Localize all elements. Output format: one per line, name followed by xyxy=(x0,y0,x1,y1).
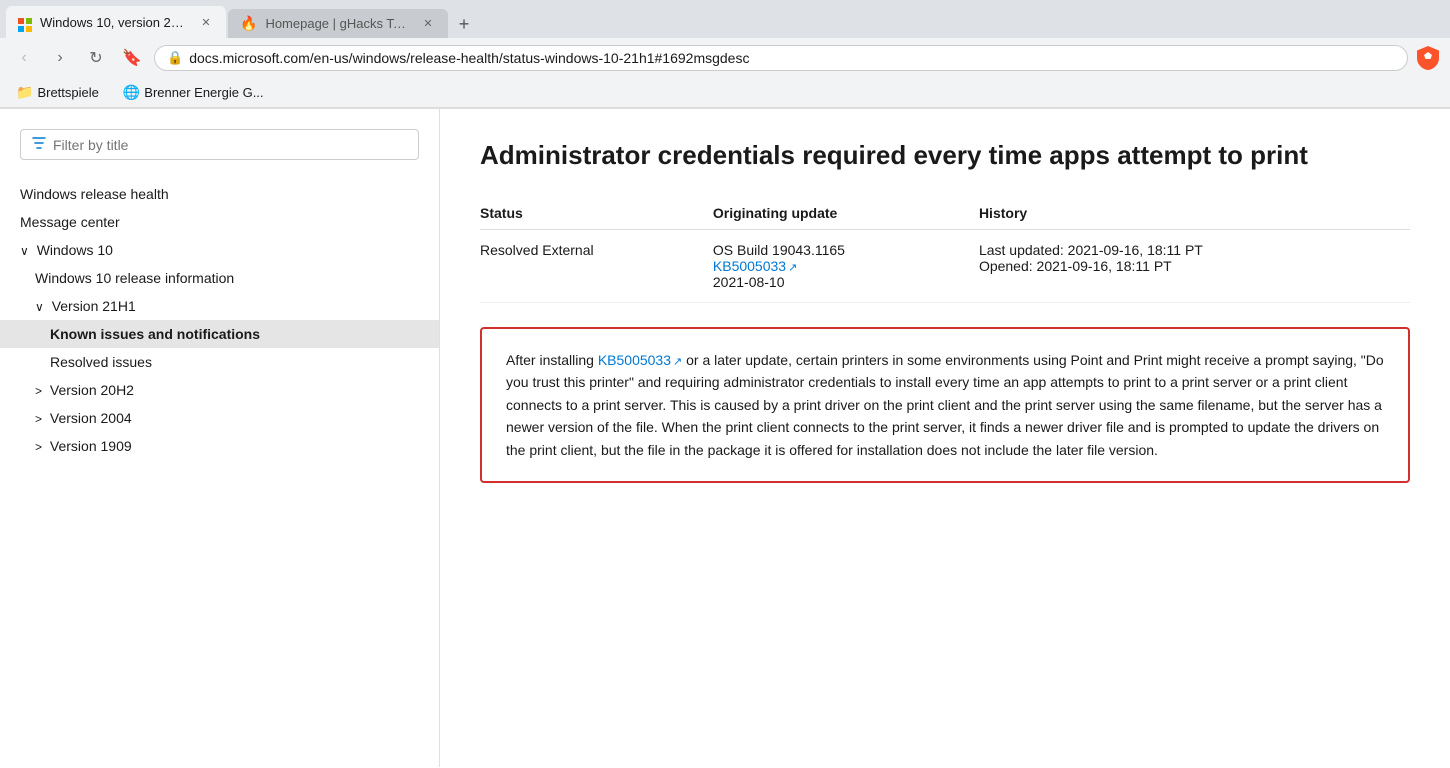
sidebar-label-message-center: Message center xyxy=(20,214,120,230)
filter-input-wrapper[interactable] xyxy=(20,129,419,160)
tab-close-active[interactable]: ✕ xyxy=(198,14,214,30)
external-link-icon: ↗ xyxy=(788,262,797,274)
description-box: After installing KB5005033↗ or a later u… xyxy=(480,327,1410,483)
sidebar-item-win10-release-info[interactable]: Windows 10 release information xyxy=(0,264,439,292)
table-row: Resolved External OS Build 19043.1165 KB… xyxy=(480,229,1410,302)
tab-close-inactive[interactable]: ✕ xyxy=(420,16,436,32)
sidebar-label-version-21h1: Version 21H1 xyxy=(52,298,136,314)
forward-button[interactable]: › xyxy=(46,44,74,72)
bookmark-brettspiele-label: Brettspiele xyxy=(37,85,98,100)
kb-link-text: KB5005033 xyxy=(713,258,786,274)
browser-chrome: Windows 10, version 21H1 | Micro ✕ 🔥 Hom… xyxy=(0,0,1450,109)
bookmark-brenner-label: Brenner Energie G... xyxy=(144,85,263,100)
main-content: Administrator credentials required every… xyxy=(440,109,1450,767)
sidebar-label-resolved-issues: Resolved issues xyxy=(50,354,152,370)
sidebar-item-version-20h2[interactable]: > Version 20H2 xyxy=(0,376,439,404)
ms-favicon xyxy=(18,12,32,32)
folder-icon: 📁 xyxy=(16,84,33,101)
bookmark-brettspiele[interactable]: 📁 Brettspiele xyxy=(10,82,105,103)
globe-icon: 🌐 xyxy=(123,84,140,101)
sidebar-label-known-issues: Known issues and notifications xyxy=(50,326,260,342)
col-header-history: History xyxy=(979,197,1410,230)
article-title: Administrator credentials required every… xyxy=(480,139,1410,173)
sidebar-label-windows-10: Windows 10 xyxy=(37,242,113,258)
tab-title-active: Windows 10, version 21H1 | Micro xyxy=(40,15,190,30)
chevron-right-icon-1909: > xyxy=(35,440,42,454)
reload-button[interactable]: ↻ xyxy=(82,44,110,72)
filter-input[interactable] xyxy=(53,137,408,153)
col-header-status: Status xyxy=(480,197,713,230)
tab-active[interactable]: Windows 10, version 21H1 | Micro ✕ xyxy=(6,6,226,38)
opened-text: Opened: 2021-09-16, 18:11 PT xyxy=(979,258,1394,274)
last-updated-text: Last updated: 2021-09-16, 18:11 PT xyxy=(979,242,1394,258)
sidebar: Windows release health Message center ∨ … xyxy=(0,109,440,767)
brave-shield-icon[interactable] xyxy=(1416,46,1440,70)
page-container: Windows release health Message center ∨ … xyxy=(0,109,1450,767)
lock-icon: 🔒 xyxy=(167,50,183,66)
address-bar[interactable]: 🔒 docs.microsoft.com/en-us/windows/relea… xyxy=(154,45,1408,71)
sidebar-item-windows-release-health[interactable]: Windows release health xyxy=(0,180,439,208)
tab-title-inactive: Homepage | gHacks Technology News xyxy=(265,16,412,31)
kb5005033-link[interactable]: KB5005033↗ xyxy=(713,258,797,274)
chevron-down-icon: ∨ xyxy=(20,244,29,258)
chevron-down-icon-v21h1: ∨ xyxy=(35,300,44,314)
os-build-text: OS Build 19043.1165 xyxy=(713,242,963,258)
desc-intro: After installing xyxy=(506,352,598,368)
chevron-right-icon-20h2: > xyxy=(35,384,42,398)
bookmarks-bar: 📁 Brettspiele 🌐 Brenner Energie G... xyxy=(0,78,1450,108)
sidebar-item-resolved-issues[interactable]: Resolved issues xyxy=(0,348,439,376)
sidebar-label-windows-release-health: Windows release health xyxy=(20,186,169,202)
bookmark-button[interactable]: 🔖 xyxy=(118,44,146,72)
status-table: Status Originating update History Resolv… xyxy=(480,197,1410,303)
filter-box xyxy=(20,129,419,160)
sidebar-label-win10-release-info: Windows 10 release information xyxy=(35,270,234,286)
kb-date: 2021-08-10 xyxy=(713,274,963,290)
nav-bar: ‹ › ↻ 🔖 🔒 docs.microsoft.com/en-us/windo… xyxy=(0,38,1450,78)
bookmark-brenner[interactable]: 🌐 Brenner Energie G... xyxy=(117,82,270,103)
filter-icon xyxy=(31,135,47,154)
col-header-originating-update: Originating update xyxy=(713,197,979,230)
sidebar-item-version-2004[interactable]: > Version 2004 xyxy=(0,404,439,432)
tab-bar: Windows 10, version 21H1 | Micro ✕ 🔥 Hom… xyxy=(0,0,1450,38)
desc-kb5005033-link[interactable]: KB5005033↗ xyxy=(598,352,682,368)
cell-originating-update: OS Build 19043.1165 KB5005033↗ 2021-08-1… xyxy=(713,229,979,302)
sidebar-label-version-2004: Version 2004 xyxy=(50,410,132,426)
tab-inactive[interactable]: 🔥 Homepage | gHacks Technology News ✕ xyxy=(228,9,448,38)
sidebar-item-version-1909[interactable]: > Version 1909 xyxy=(0,432,439,460)
desc-ext-link-icon: ↗ xyxy=(673,356,682,368)
ghacks-favicon: 🔥 xyxy=(240,15,257,32)
sidebar-label-version-1909: Version 1909 xyxy=(50,438,132,454)
sidebar-item-message-center[interactable]: Message center xyxy=(0,208,439,236)
new-tab-button[interactable]: + xyxy=(450,10,478,38)
sidebar-item-version-21h1[interactable]: ∨ Version 21H1 xyxy=(0,292,439,320)
back-button[interactable]: ‹ xyxy=(10,44,38,72)
url-text: docs.microsoft.com/en-us/windows/release… xyxy=(189,50,1395,66)
desc-kb-link: KB5005033 xyxy=(598,352,671,368)
chevron-right-icon-2004: > xyxy=(35,412,42,426)
sidebar-item-known-issues[interactable]: Known issues and notifications xyxy=(0,320,439,348)
cell-history: Last updated: 2021-09-16, 18:11 PT Opene… xyxy=(979,229,1410,302)
cell-status: Resolved External xyxy=(480,229,713,302)
description-text: After installing KB5005033↗ or a later u… xyxy=(506,349,1384,461)
sidebar-item-windows-10[interactable]: ∨ Windows 10 xyxy=(0,236,439,264)
sidebar-label-version-20h2: Version 20H2 xyxy=(50,382,134,398)
